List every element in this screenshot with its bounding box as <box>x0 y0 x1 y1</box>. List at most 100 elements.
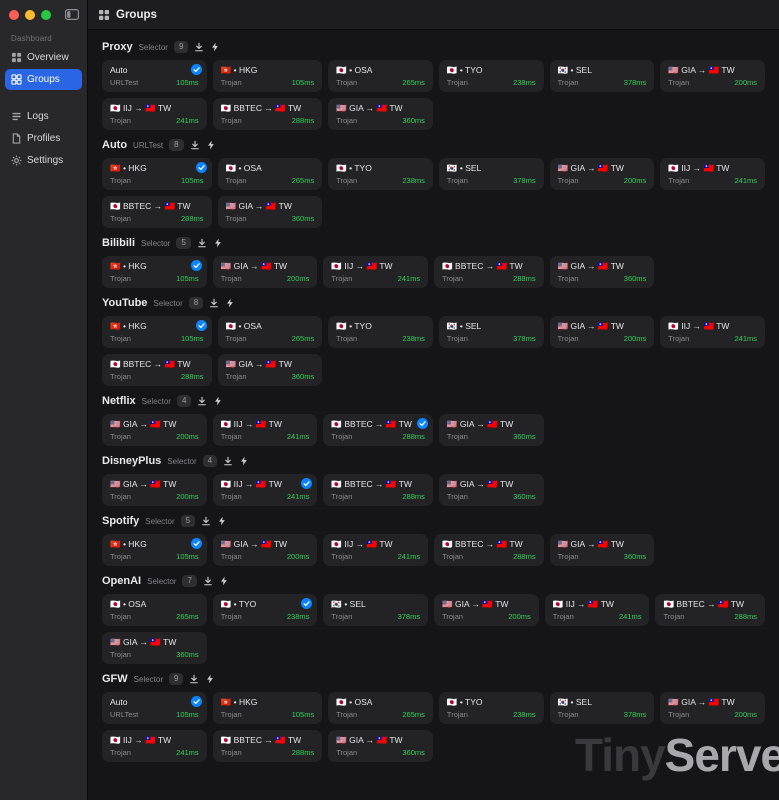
proxy-card[interactable]: 🇺🇸 GIA → 🇹🇼 TW Trojan 360ms <box>218 354 323 386</box>
speed-bolt-icon[interactable] <box>205 674 215 684</box>
proxy-card[interactable]: 🇯🇵 • OSA Trojan 265ms <box>218 158 323 190</box>
proxy-latency: 241ms <box>176 116 199 125</box>
proxy-card[interactable]: 🇺🇸 GIA → 🇹🇼 TW Trojan 200ms <box>434 594 539 626</box>
proxy-protocol: Trojan <box>558 274 579 283</box>
latency-test-icon[interactable] <box>197 238 207 248</box>
proxy-card[interactable]: 🇯🇵 BBTEC → 🇹🇼 TW Trojan 288ms <box>102 354 212 386</box>
proxy-card[interactable]: 🇭🇰 • HKG Trojan 105ms <box>102 256 207 288</box>
proxy-card[interactable]: 🇺🇸 GIA → 🇹🇼 TW Trojan 200ms <box>550 316 655 348</box>
proxy-card[interactable]: 🇯🇵 BBTEC → 🇹🇼 TW Trojan 288ms <box>434 256 544 288</box>
proxy-card[interactable]: 🇯🇵 IIJ → 🇹🇼 TW Trojan 241ms <box>323 534 428 566</box>
latency-test-icon[interactable] <box>189 674 199 684</box>
proxy-card[interactable]: Auto URLTest 105ms <box>102 60 207 92</box>
speed-bolt-icon[interactable] <box>225 298 235 308</box>
minimize-window-button[interactable] <box>25 10 35 20</box>
zoom-window-button[interactable] <box>41 10 51 20</box>
group-name: Bilibili <box>102 237 135 249</box>
latency-test-icon[interactable] <box>197 396 207 406</box>
proxy-card[interactable]: 🇰🇷 • SEL Trojan 378ms <box>550 692 655 724</box>
proxy-card[interactable]: 🇯🇵 • TYO Trojan 238ms <box>328 316 433 348</box>
speed-bolt-icon[interactable] <box>213 238 223 248</box>
speed-bolt-icon[interactable] <box>239 456 249 466</box>
proxy-card[interactable]: 🇯🇵 IIJ → 🇹🇼 TW Trojan 241ms <box>102 730 207 762</box>
proxy-card[interactable]: 🇺🇸 GIA → 🇹🇼 TW Trojan 200ms <box>213 534 318 566</box>
proxy-protocol: Trojan <box>110 334 131 343</box>
proxy-latency: 288ms <box>734 612 757 621</box>
proxy-card[interactable]: 🇰🇷 • SEL Trojan 378ms <box>550 60 655 92</box>
latency-test-icon[interactable] <box>201 516 211 526</box>
latency-test-icon[interactable] <box>194 42 204 52</box>
proxy-card[interactable]: 🇺🇸 GIA → 🇹🇼 TW Trojan 200ms <box>213 256 318 288</box>
proxy-card[interactable]: 🇺🇸 GIA → 🇹🇼 TW Trojan 360ms <box>439 414 544 446</box>
proxy-card[interactable]: 🇺🇸 GIA → 🇹🇼 TW Trojan 360ms <box>439 474 544 506</box>
sidebar-item-settings[interactable]: Settings <box>5 150 82 171</box>
proxy-card[interactable]: Auto URLTest 105ms <box>102 692 207 724</box>
proxy-name: 🇰🇷 • SEL <box>558 65 647 76</box>
proxy-card[interactable]: 🇯🇵 • OSA Trojan 265ms <box>102 594 207 626</box>
proxy-card[interactable]: 🇺🇸 GIA → 🇹🇼 TW Trojan 200ms <box>102 414 207 446</box>
proxy-card[interactable]: 🇯🇵 BBTEC → 🇹🇼 TW Trojan 288ms <box>213 98 323 130</box>
proxy-card[interactable]: 🇯🇵 IIJ → 🇹🇼 TW Trojan 241ms <box>102 98 207 130</box>
proxy-card[interactable]: 🇺🇸 GIA → 🇹🇼 TW Trojan 360ms <box>550 534 655 566</box>
latency-test-icon[interactable] <box>209 298 219 308</box>
proxy-card[interactable]: 🇯🇵 IIJ → 🇹🇼 TW Trojan 241ms <box>660 316 765 348</box>
sidebar-toggle-icon[interactable] <box>65 9 79 20</box>
latency-test-icon[interactable] <box>203 576 213 586</box>
proxy-card[interactable]: 🇯🇵 BBTEC → 🇹🇼 TW Trojan 288ms <box>655 594 765 626</box>
proxy-card[interactable]: 🇯🇵 • OSA Trojan 265ms <box>218 316 323 348</box>
speed-bolt-icon[interactable] <box>206 140 216 150</box>
proxy-name: 🇯🇵 BBTEC → 🇹🇼 TW <box>221 735 315 746</box>
proxy-card[interactable]: 🇺🇸 GIA → 🇹🇼 TW Trojan 360ms <box>328 98 433 130</box>
proxy-card[interactable]: 🇺🇸 GIA → 🇹🇼 TW Trojan 200ms <box>660 692 765 724</box>
proxy-card[interactable]: 🇯🇵 • TYO Trojan 238ms <box>213 594 318 626</box>
proxy-card[interactable]: 🇯🇵 BBTEC → 🇹🇼 TW Trojan 288ms <box>323 414 433 446</box>
proxy-card[interactable]: 🇺🇸 GIA → 🇹🇼 TW Trojan 360ms <box>102 632 207 664</box>
close-window-button[interactable] <box>9 10 19 20</box>
proxy-card[interactable]: 🇯🇵 BBTEC → 🇹🇼 TW Trojan 288ms <box>102 196 212 228</box>
speed-bolt-icon[interactable] <box>217 516 227 526</box>
proxy-card[interactable]: 🇺🇸 GIA → 🇹🇼 TW Trojan 200ms <box>550 158 655 190</box>
proxy-card[interactable]: 🇯🇵 BBTEC → 🇹🇼 TW Trojan 288ms <box>434 534 544 566</box>
speed-bolt-icon[interactable] <box>210 42 220 52</box>
sidebar-item-profiles[interactable]: Profiles <box>5 128 82 149</box>
latency-test-icon[interactable] <box>223 456 233 466</box>
proxy-card[interactable]: 🇰🇷 • SEL Trojan 378ms <box>439 316 544 348</box>
proxy-card[interactable]: 🇭🇰 • HKG Trojan 105ms <box>102 534 207 566</box>
proxy-card[interactable]: 🇰🇷 • SEL Trojan 378ms <box>439 158 544 190</box>
proxy-card[interactable]: 🇺🇸 GIA → 🇹🇼 TW Trojan 360ms <box>550 256 655 288</box>
proxy-name: 🇰🇷 • SEL <box>447 163 536 174</box>
proxy-card[interactable]: 🇭🇰 • HKG Trojan 105ms <box>102 316 212 348</box>
proxy-card[interactable]: 🇰🇷 • SEL Trojan 378ms <box>323 594 428 626</box>
sidebar-item-logs[interactable]: Logs <box>5 106 82 127</box>
proxy-card[interactable]: 🇯🇵 BBTEC → 🇹🇼 TW Trojan 288ms <box>213 730 323 762</box>
group-name: Proxy <box>102 41 133 53</box>
proxy-card[interactable]: 🇭🇰 • HKG Trojan 105ms <box>213 60 323 92</box>
proxy-card[interactable]: 🇯🇵 IIJ → 🇹🇼 TW Trojan 241ms <box>213 414 318 446</box>
proxy-card[interactable]: 🇺🇸 GIA → 🇹🇼 TW Trojan 360ms <box>328 730 433 762</box>
proxy-card[interactable]: 🇯🇵 IIJ → 🇹🇼 TW Trojan 241ms <box>323 256 428 288</box>
proxy-name: 🇯🇵 • TYO <box>336 163 425 174</box>
proxy-card[interactable]: 🇯🇵 • TYO Trojan 238ms <box>439 60 544 92</box>
speed-bolt-icon[interactable] <box>213 396 223 406</box>
proxy-card[interactable]: 🇯🇵 IIJ → 🇹🇼 TW Trojan 241ms <box>660 158 765 190</box>
sidebar-item-overview[interactable]: Overview <box>5 47 82 68</box>
proxy-card[interactable]: 🇯🇵 • OSA Trojan 265ms <box>328 692 433 724</box>
proxy-name: 🇺🇸 GIA → 🇹🇼 TW <box>558 321 647 332</box>
proxy-card[interactable]: 🇯🇵 • TYO Trojan 238ms <box>439 692 544 724</box>
proxy-card[interactable]: 🇺🇸 GIA → 🇹🇼 TW Trojan 200ms <box>660 60 765 92</box>
latency-test-icon[interactable] <box>190 140 200 150</box>
proxy-card[interactable]: 🇯🇵 • TYO Trojan 238ms <box>328 158 433 190</box>
proxy-card[interactable]: 🇺🇸 GIA → 🇹🇼 TW Trojan 360ms <box>218 196 323 228</box>
proxy-card[interactable]: 🇯🇵 BBTEC → 🇹🇼 TW Trojan 288ms <box>323 474 433 506</box>
group-count-badge: 5 <box>176 237 190 249</box>
proxy-card[interactable]: 🇺🇸 GIA → 🇹🇼 TW Trojan 200ms <box>102 474 207 506</box>
sidebar-item-groups[interactable]: Groups <box>5 69 82 90</box>
proxy-card[interactable]: 🇭🇰 • HKG Trojan 105ms <box>213 692 323 724</box>
proxy-card[interactable]: 🇯🇵 • OSA Trojan 265ms <box>328 60 433 92</box>
proxy-card[interactable]: 🇭🇰 • HKG Trojan 105ms <box>102 158 212 190</box>
proxy-name: 🇯🇵 BBTEC → 🇹🇼 TW <box>110 359 204 370</box>
proxy-card[interactable]: 🇯🇵 IIJ → 🇹🇼 TW Trojan 241ms <box>213 474 318 506</box>
speed-bolt-icon[interactable] <box>219 576 229 586</box>
proxy-name: 🇯🇵 IIJ → 🇹🇼 TW <box>221 419 310 430</box>
proxy-card[interactable]: 🇯🇵 IIJ → 🇹🇼 TW Trojan 241ms <box>545 594 650 626</box>
